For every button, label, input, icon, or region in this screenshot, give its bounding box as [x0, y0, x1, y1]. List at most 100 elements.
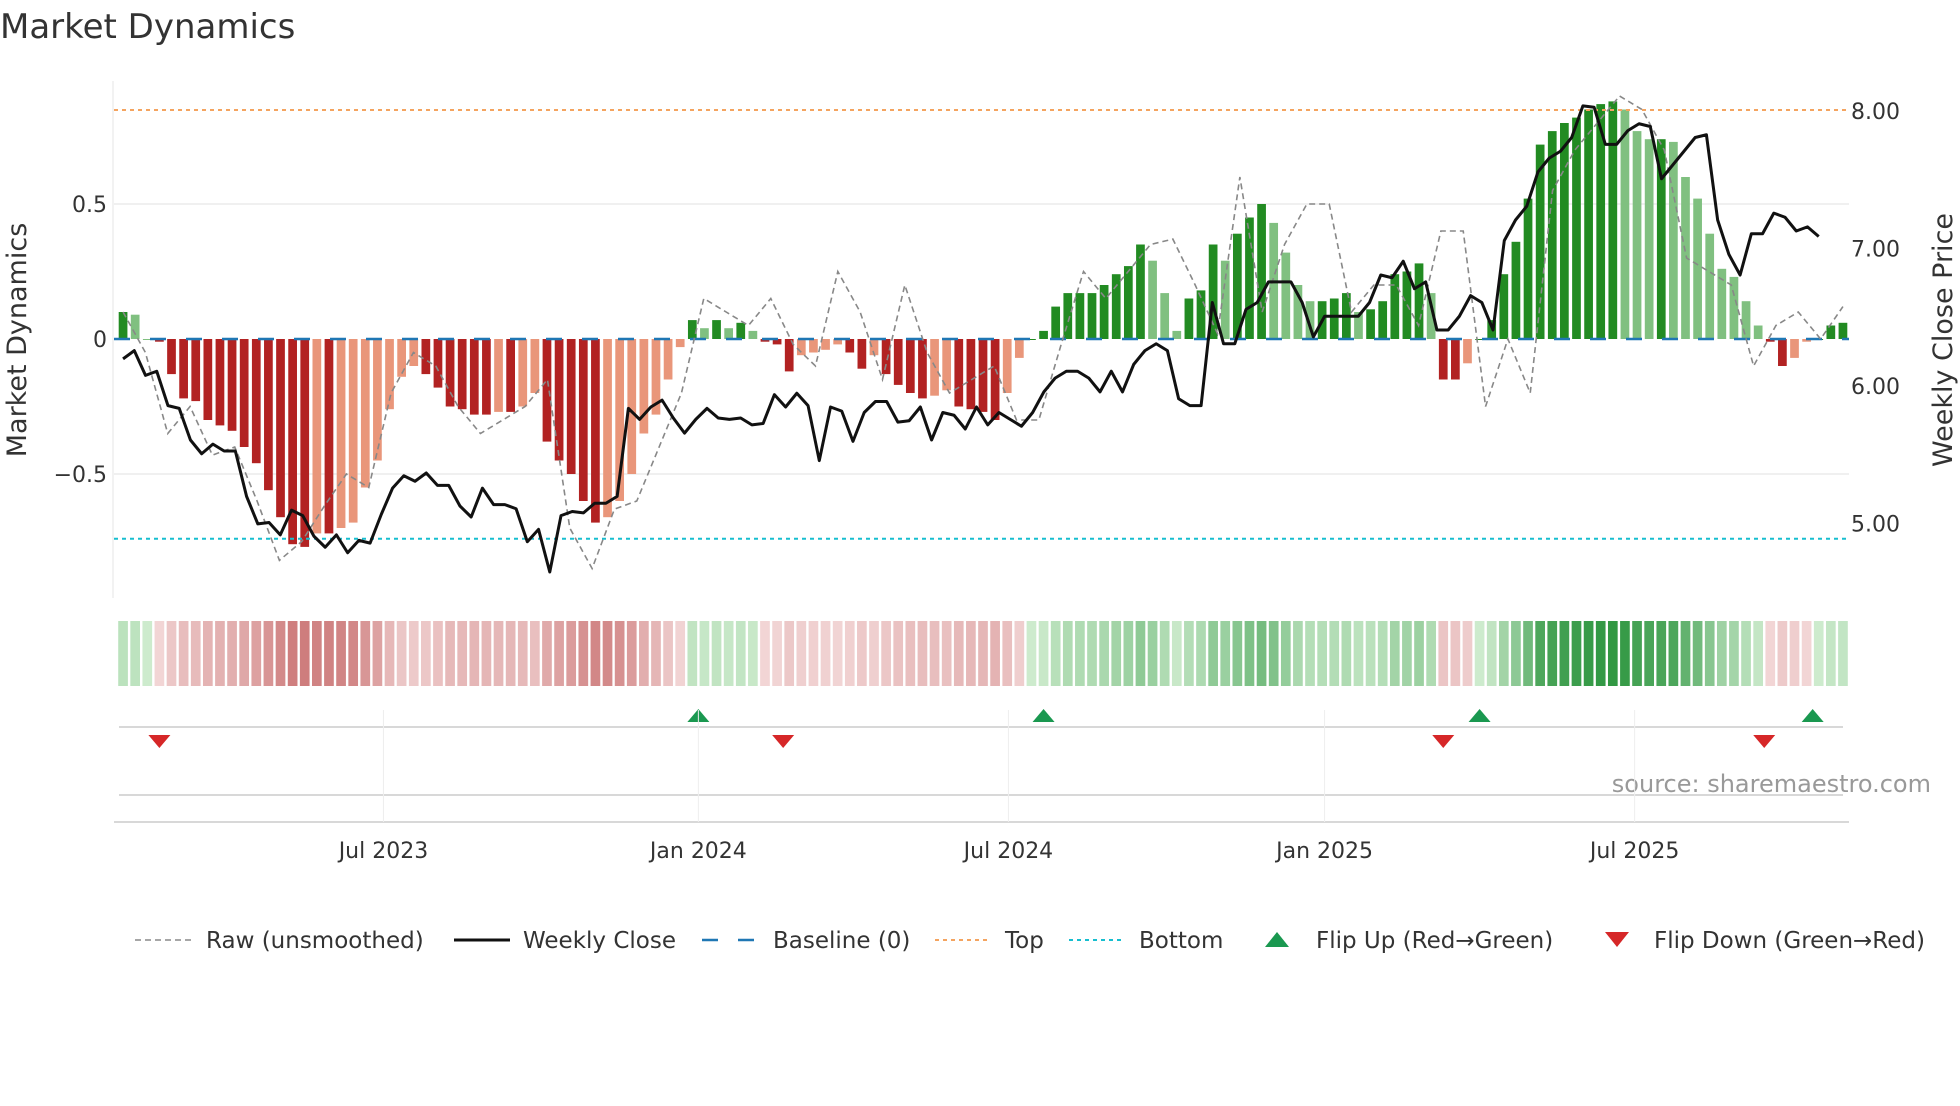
momentum-bar	[1136, 244, 1145, 339]
momentum-bar	[1148, 260, 1157, 339]
flip-up-legend-icon	[1265, 932, 1289, 947]
legend-label: Raw (unsmoothed)	[206, 928, 424, 954]
source-credit: source: sharemaestro.com	[1612, 770, 1931, 798]
heat-strip-cell	[336, 621, 346, 686]
momentum-bar	[1414, 263, 1424, 339]
heat-strip-cell	[566, 621, 577, 686]
momentum-bar	[130, 314, 140, 339]
momentum-bar	[1002, 339, 1012, 393]
heat-strip-cell	[1220, 621, 1231, 686]
heat-strip-cell	[445, 621, 455, 686]
momentum-bar	[215, 339, 225, 426]
heat-strip-cell	[1329, 621, 1340, 686]
y2-tick-label: 6.00	[1851, 375, 1900, 400]
heat-strip-cell	[1813, 621, 1824, 686]
momentum-bar	[700, 328, 709, 339]
y-tick-label: 0	[93, 328, 107, 353]
momentum-bar	[1378, 301, 1388, 339]
heat-strip-cell	[275, 621, 286, 686]
heat-strip-cell	[1268, 621, 1279, 686]
legend-label: Baseline (0)	[773, 928, 910, 954]
momentum-bar	[1438, 339, 1448, 380]
heat-strip-cell	[735, 621, 746, 686]
heat-strip-cell	[1377, 621, 1388, 686]
momentum-bar	[845, 339, 855, 353]
heat-strip-cell	[893, 621, 904, 686]
momentum-bar	[373, 339, 382, 461]
momentum-bar	[518, 339, 528, 407]
heat-strip-cell	[1365, 621, 1376, 686]
heat-strip-cell	[1256, 621, 1267, 686]
flip-down-marker	[148, 735, 171, 748]
momentum-bar	[1741, 301, 1751, 339]
momentum-bar	[893, 339, 903, 385]
momentum-bar	[1511, 241, 1521, 339]
heat-strip-cell	[711, 621, 722, 686]
x-tick-label: Jul 2024	[962, 839, 1054, 864]
heat-strip-cell	[1414, 621, 1424, 686]
heat-strip-cell	[784, 621, 795, 686]
momentum-bar	[1572, 117, 1581, 339]
market-dynamics-chart: Market Dynamics Market Dynamics Weekly C…	[0, 7, 1959, 954]
momentum-bar	[603, 339, 612, 518]
momentum-bar	[663, 339, 673, 380]
heat-strip-cell	[1014, 621, 1025, 686]
flip-up-marker	[1032, 709, 1055, 722]
momentum-bar	[433, 339, 443, 388]
momentum-bar	[167, 339, 176, 375]
momentum-bar	[542, 339, 552, 442]
heat-strip-cell	[1716, 621, 1727, 686]
heat-strip-cell	[590, 621, 601, 686]
momentum-bar	[675, 339, 685, 348]
momentum-bar	[724, 328, 734, 339]
heat-strip-cell	[1002, 621, 1013, 686]
heat-strip-cell	[190, 621, 201, 686]
momentum-bar	[348, 339, 358, 523]
momentum-bar	[1257, 204, 1266, 339]
heat-strip-cell	[1075, 621, 1085, 686]
momentum-bar	[881, 339, 891, 375]
heat-strip-cell	[142, 621, 153, 686]
y-tick-label: −0.5	[54, 463, 107, 488]
momentum-bar	[179, 339, 188, 399]
heat-strip-cell	[469, 621, 480, 686]
heat-strip-cell	[772, 621, 782, 686]
heat-strip-cell	[1680, 621, 1691, 686]
momentum-bar	[239, 339, 249, 447]
legend-label: Top	[1004, 928, 1044, 954]
momentum-bar	[251, 339, 261, 464]
momentum-bar	[954, 339, 964, 407]
flip-down-marker	[1432, 735, 1455, 748]
heat-strip-cell	[1232, 621, 1243, 686]
momentum-bar	[796, 339, 806, 356]
heat-strip-cell	[796, 621, 807, 686]
momentum-bar	[1620, 109, 1630, 339]
momentum-bar	[1366, 309, 1375, 339]
momentum-bar	[1184, 298, 1194, 339]
momentum-bar	[1632, 131, 1642, 339]
heat-strip-cell	[723, 621, 734, 686]
y2-tick-label: 7.00	[1851, 238, 1900, 263]
momentum-bar	[905, 339, 915, 393]
momentum-bar	[591, 339, 600, 523]
heat-strip-cell	[1426, 621, 1436, 686]
heat-strip-cell	[1789, 621, 1800, 686]
heat-strip-cell	[651, 621, 661, 686]
heat-strip-cell	[953, 621, 964, 686]
heat-strip-cell	[384, 621, 395, 686]
heat-strip-cell	[941, 621, 952, 686]
momentum-bar	[1705, 233, 1715, 339]
momentum-bar	[1039, 330, 1048, 339]
legend-label: Bottom	[1139, 928, 1223, 954]
heat-strip-cell	[602, 621, 613, 686]
heat-strip-cell	[1741, 621, 1751, 686]
heat-strip-cell	[1523, 621, 1533, 686]
legend-label: Flip Up (Red→Green)	[1316, 928, 1553, 954]
heat-strip-cell	[505, 621, 516, 686]
heat-strip-cell	[687, 621, 698, 686]
momentum-bar	[312, 339, 322, 534]
y2-axis-label: Weekly Close Price	[1928, 213, 1959, 467]
momentum-bar	[506, 339, 515, 412]
heat-strip-cell	[1135, 621, 1146, 686]
heat-strip-cell	[639, 621, 649, 686]
